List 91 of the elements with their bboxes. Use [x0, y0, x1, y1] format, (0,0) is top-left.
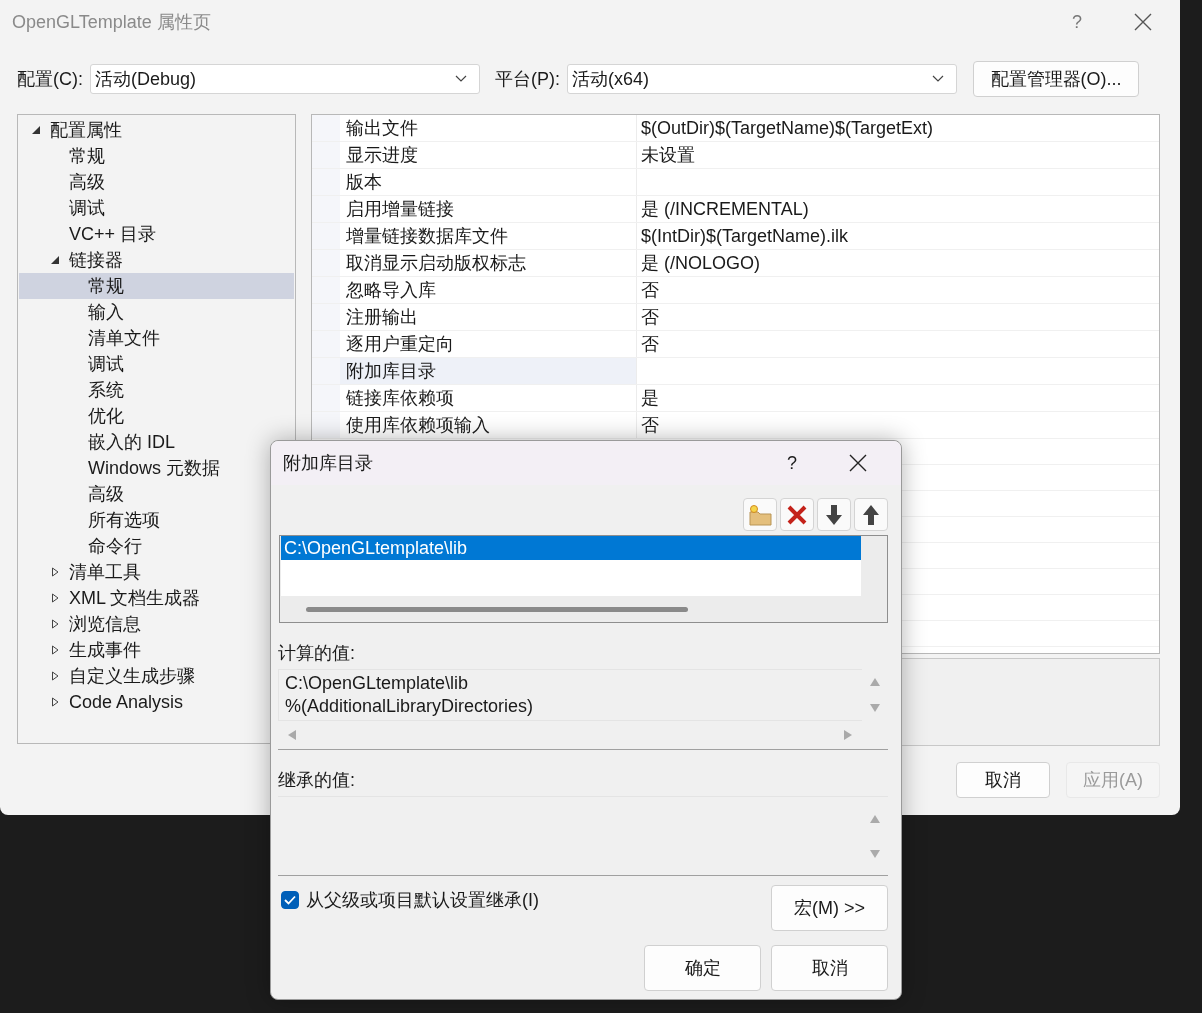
property-name[interactable]: 取消显示启动版权标志: [340, 250, 637, 276]
expanded-icon[interactable]: [31, 125, 41, 135]
tree-item[interactable]: Code Analysis: [69, 691, 184, 713]
tree-item[interactable]: 调试: [88, 352, 124, 376]
property-value[interactable]: 否: [637, 277, 1159, 303]
platform-dropdown[interactable]: 活动(x64): [567, 64, 957, 94]
chevron-icon: [932, 75, 944, 83]
scroll-up-icon[interactable]: [870, 678, 880, 686]
property-name[interactable]: 增量链接数据库文件: [340, 223, 637, 249]
collapsed-icon[interactable]: [50, 593, 60, 603]
computed-value: %(AdditionalLibraryDirectories): [285, 695, 535, 718]
move-up-button[interactable]: [854, 498, 888, 531]
tree-item[interactable]: 系统: [88, 378, 124, 402]
chevron-icon: [455, 75, 467, 83]
dialog-button[interactable]: 确定: [644, 945, 761, 991]
macro-button[interactable]: 宏(M) >>: [771, 885, 888, 931]
collapsed-icon[interactable]: [50, 567, 60, 577]
property-value[interactable]: $(IntDir)$(TargetName).ilk: [637, 223, 1159, 249]
scroll-right-icon[interactable]: [844, 730, 852, 740]
property-value[interactable]: 否: [637, 412, 1159, 438]
platform-label: 平台(P):: [495, 68, 560, 91]
tree-item[interactable]: 嵌入的 IDL: [88, 430, 175, 454]
tree-item[interactable]: 浏览信息: [69, 612, 141, 636]
property-name[interactable]: 附加库目录: [340, 358, 637, 384]
property-name[interactable]: 使用库依赖项输入: [340, 412, 637, 438]
config-dropdown[interactable]: 活动(Debug): [90, 64, 480, 94]
close-icon[interactable]: [849, 454, 867, 472]
config-manager-button[interactable]: 配置管理器(O)...: [973, 61, 1139, 97]
tree-item[interactable]: 链接器: [69, 248, 123, 272]
close-icon[interactable]: [1134, 13, 1152, 31]
delete-button[interactable]: [780, 498, 814, 531]
dialog-button[interactable]: 取消: [956, 762, 1050, 798]
property-value[interactable]: 否: [637, 304, 1159, 330]
help-button[interactable]: ?: [787, 452, 797, 474]
tree-item[interactable]: 调试: [69, 196, 105, 220]
scroll-left-icon[interactable]: [288, 730, 296, 740]
scrollbar-thumb[interactable]: [306, 606, 688, 612]
scroll-down-icon[interactable]: [870, 704, 880, 712]
folder-icon: [747, 502, 773, 527]
property-name[interactable]: 忽略导入库: [340, 277, 637, 303]
inherit-checkbox[interactable]: [281, 891, 299, 909]
move-down-button[interactable]: [817, 498, 851, 531]
collapsed-icon[interactable]: [50, 697, 60, 707]
tree-item[interactable]: 命令行: [88, 534, 142, 558]
property-value[interactable]: $(OutDir)$(TargetName)$(TargetExt): [637, 115, 1159, 141]
inherited-label: 继承的值:: [278, 769, 356, 790]
tree-item[interactable]: 生成事件: [69, 638, 141, 662]
check-icon: [284, 895, 296, 905]
tree-item[interactable]: 配置属性: [50, 118, 122, 142]
property-name[interactable]: 逐用户重定向: [340, 331, 637, 357]
property-value[interactable]: 否: [637, 331, 1159, 357]
expanded-icon[interactable]: [50, 255, 60, 265]
tree-item[interactable]: 优化: [88, 404, 124, 428]
checkbox-label[interactable]: 从父级或项目默认设置继承(I): [306, 888, 539, 912]
down-arrow-icon: [824, 502, 844, 527]
tree-item[interactable]: 清单文件: [88, 326, 160, 350]
property-name[interactable]: 链接库依赖项: [340, 385, 637, 411]
tree-item[interactable]: 输入: [88, 300, 124, 324]
tree-item[interactable]: 常规: [88, 274, 124, 298]
window-title: OpenGLTemplate 属性页: [12, 11, 212, 34]
collapsed-icon[interactable]: [50, 671, 60, 681]
selected-row-highlight[interactable]: 常规: [19, 273, 294, 299]
collapsed-icon[interactable]: [50, 645, 60, 655]
tree-item[interactable]: 自定义生成步骤: [69, 664, 195, 688]
property-name[interactable]: 版本: [340, 169, 637, 195]
help-button[interactable]: ?: [1072, 11, 1082, 33]
dialog-button[interactable]: 取消: [771, 945, 888, 991]
tree-item[interactable]: VC++ 目录: [69, 222, 157, 246]
property-value[interactable]: 是: [637, 385, 1159, 411]
tree-item[interactable]: XML 文档生成器: [69, 586, 201, 610]
tree-item[interactable]: 常规: [69, 144, 105, 168]
computed-value: C:\OpenGLtemplate\lib: [285, 672, 470, 695]
property-value[interactable]: 未设置: [637, 142, 1159, 168]
property-value[interactable]: 是 (/NOLOGO): [637, 250, 1159, 276]
tree-item[interactable]: Windows 元数据: [88, 456, 221, 480]
config-label: 配置(C):: [17, 68, 83, 91]
scroll-down-icon[interactable]: [870, 849, 880, 858]
tree-item[interactable]: 高级: [88, 482, 124, 506]
property-name[interactable]: 显示进度: [340, 142, 637, 168]
dialog-title: 附加库目录: [283, 452, 374, 475]
tree-item[interactable]: 所有选项: [88, 508, 160, 532]
property-name[interactable]: 启用增量链接: [340, 196, 637, 222]
property-name[interactable]: 注册输出: [340, 304, 637, 330]
property-value[interactable]: 是 (/INCREMENTAL): [637, 196, 1159, 222]
row-header[interactable]: [312, 412, 340, 438]
computed-label: 计算的值:: [278, 642, 356, 663]
list-item[interactable]: C:\OpenGLtemplate\lib: [281, 536, 861, 560]
tree-item[interactable]: 清单工具: [69, 560, 141, 584]
property-name[interactable]: 输出文件: [340, 115, 637, 141]
tree-item[interactable]: 高级: [69, 170, 105, 194]
collapsed-icon[interactable]: [50, 619, 60, 629]
